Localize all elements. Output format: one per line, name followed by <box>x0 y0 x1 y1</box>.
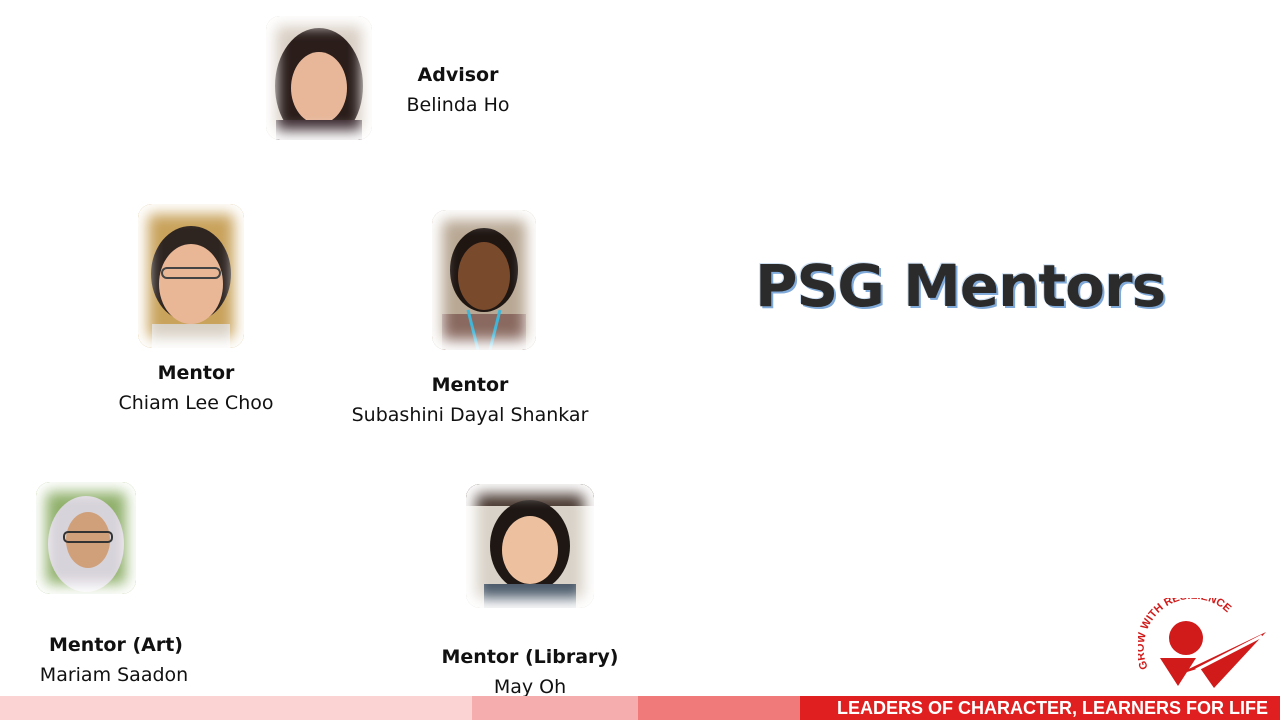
mentor-name-subashini: Subashini Dayal Shankar <box>351 404 589 426</box>
mentor-role-may: Mentor (Library) <box>441 646 619 668</box>
slide-title: PSG Mentors <box>755 252 1166 320</box>
advisor-name: Belinda Ho <box>406 94 510 116</box>
advisor-role: Advisor <box>417 64 499 86</box>
mentor-photo-may <box>466 484 594 608</box>
mentor-name-chiam: Chiam Lee Choo <box>118 392 274 414</box>
mentor-role-subashini: Mentor <box>431 374 509 396</box>
mentor-role-chiam: Mentor <box>157 362 235 384</box>
mentor-name-mariam: Mariam Saadon <box>39 664 189 686</box>
advisor-photo <box>266 16 372 140</box>
mentor-role-mariam: Mentor (Art) <box>49 634 183 656</box>
mentor-name-may: May Oh <box>493 676 567 698</box>
footer-tagline: LEADERS OF CHARACTER, LEARNERS FOR LIFE <box>836 698 1268 718</box>
school-logo-icon: GROW WITH RESILIENCE <box>1135 590 1270 694</box>
mentor-photo-mariam <box>36 482 136 594</box>
mentor-photo-chiam <box>138 204 244 348</box>
mentor-photo-subashini <box>432 210 536 350</box>
